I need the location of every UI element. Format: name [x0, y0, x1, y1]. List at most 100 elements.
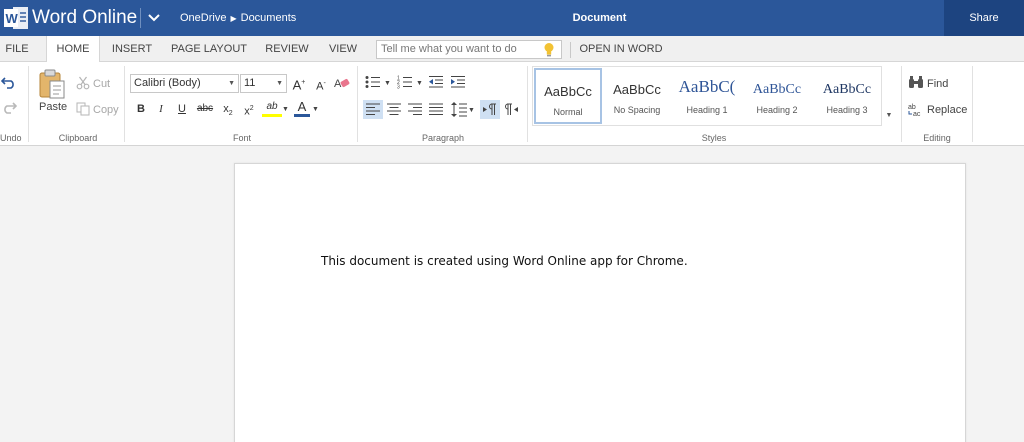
style-name: Heading 2 — [756, 105, 798, 115]
replace-button[interactable]: Replace — [927, 103, 967, 117]
group-separator — [124, 66, 125, 142]
style-preview: AaBbCc — [544, 84, 592, 99]
style-name: No Spacing — [613, 105, 661, 115]
paste-icon[interactable] — [38, 69, 66, 99]
dropdown-arrow-icon[interactable]: ▼ — [282, 103, 289, 117]
increase-indent-icon[interactable] — [450, 75, 466, 89]
superscript-button[interactable]: x2 — [241, 102, 257, 119]
group-separator — [901, 66, 902, 142]
undo-icon[interactable] — [1, 75, 17, 89]
bold-button[interactable]: B — [133, 102, 149, 116]
grow-font-label: A — [292, 77, 302, 93]
line-spacing-icon[interactable] — [451, 102, 467, 117]
style-heading-1[interactable]: AaBbC( Heading 1 — [673, 68, 741, 124]
right-to-left-icon[interactable] — [505, 103, 519, 116]
style-preview: AaBbCc — [822, 82, 872, 97]
tab-home[interactable]: HOME — [46, 36, 100, 63]
svg-text:ab: ab — [908, 104, 916, 111]
font-size-select[interactable]: 11 ▼ — [240, 74, 287, 93]
document-page[interactable]: This document is created using Word Onli… — [234, 163, 966, 442]
group-separator — [527, 66, 528, 142]
style-no-spacing[interactable]: AaBbCc No Spacing — [603, 68, 671, 124]
style-name: Heading 1 — [686, 105, 728, 115]
svg-text:3: 3 — [397, 85, 400, 90]
tab-file[interactable]: FILE — [0, 36, 34, 62]
clear-formatting-icon[interactable]: A — [334, 76, 350, 90]
bullets-icon[interactable] — [365, 75, 383, 89]
tell-me-input[interactable]: Tell me what you want to do — [376, 40, 562, 59]
justify-icon[interactable] — [429, 103, 443, 116]
tab-divider — [570, 42, 571, 58]
svg-text:ac: ac — [913, 111, 921, 117]
align-left-icon — [366, 103, 380, 115]
ribbon-tabs: FILE HOME INSERT PAGE LAYOUT REVIEW VIEW… — [0, 36, 1024, 63]
font-color-button[interactable]: A — [294, 100, 310, 117]
group-label-clipboard: Clipboard — [58, 133, 98, 143]
highlight-button[interactable]: ab — [262, 100, 282, 117]
lightbulb-icon — [544, 43, 554, 57]
style-name: Heading 3 — [826, 105, 868, 115]
dropdown-arrow-icon[interactable]: ▼ — [384, 77, 391, 91]
gallery-more-icon[interactable]: ▼ — [882, 66, 896, 126]
redo-icon[interactable] — [1, 100, 17, 114]
style-name: Normal — [553, 107, 583, 117]
group-label-font: Font — [232, 133, 251, 143]
strikethrough-button[interactable]: abc — [194, 102, 216, 116]
dropdown-arrow-icon: ▼ — [228, 80, 235, 87]
binoculars-icon[interactable] — [908, 76, 924, 89]
align-left-button[interactable] — [363, 100, 383, 119]
grow-font-button[interactable]: A+ — [291, 76, 307, 92]
share-button[interactable]: Share — [944, 0, 1024, 36]
numbering-icon[interactable]: 1 2 3 — [397, 75, 415, 89]
tab-review[interactable]: REVIEW — [260, 36, 314, 62]
group-label-editing: Editing — [923, 133, 951, 143]
dropdown-arrow-icon: ▼ — [276, 80, 283, 87]
superscript-mark: 2 — [249, 105, 254, 112]
dropdown-arrow-icon[interactable]: ▼ — [468, 104, 475, 118]
underline-button[interactable]: U — [174, 102, 190, 116]
align-right-icon[interactable] — [408, 103, 422, 116]
style-preview: AaBbC( — [678, 77, 736, 96]
italic-button[interactable]: I — [153, 102, 169, 116]
document-canvas: This document is created using Word Onli… — [0, 146, 1024, 442]
copy-icon[interactable] — [76, 102, 90, 116]
align-center-icon[interactable] — [387, 103, 401, 116]
style-heading-3[interactable]: AaBbCc Heading 3 — [813, 68, 881, 124]
group-label-styles: Styles — [701, 133, 727, 143]
copy-button[interactable]: Copy — [93, 103, 119, 117]
document-body-text[interactable]: This document is created using Word Onli… — [321, 253, 688, 269]
replace-icon[interactable]: ab ac — [908, 102, 924, 117]
font-family-select[interactable]: Calibri (Body) ▼ — [130, 74, 239, 93]
tab-insert[interactable]: INSERT — [106, 36, 158, 62]
font-size-value: 11 — [244, 77, 256, 89]
tab-view[interactable]: VIEW — [322, 36, 364, 62]
ltr-button[interactable] — [480, 100, 500, 119]
cut-button[interactable]: Cut — [93, 77, 110, 91]
group-separator — [972, 66, 973, 142]
subscript-mark: 2 — [228, 110, 233, 118]
group-label-paragraph: Paragraph — [421, 133, 465, 143]
decrease-indent-icon[interactable] — [428, 75, 444, 89]
ribbon: Undo Paste Cut Copy Clipboard Calibri (B… — [0, 62, 1024, 146]
style-preview: AaBbCc — [752, 82, 802, 97]
tab-page-layout[interactable]: PAGE LAYOUT — [166, 36, 252, 62]
document-title[interactable]: Document — [0, 11, 1024, 25]
group-separator — [357, 66, 358, 142]
shrink-font-button[interactable]: A- — [313, 77, 329, 94]
style-heading-2[interactable]: AaBbCc Heading 2 — [743, 68, 811, 124]
shrink-font-label: A — [316, 80, 324, 93]
font-family-value: Calibri (Body) — [134, 77, 201, 89]
scissors-icon[interactable] — [76, 76, 90, 90]
group-separator — [28, 66, 29, 142]
dropdown-arrow-icon[interactable]: ▼ — [312, 103, 319, 117]
dropdown-arrow-icon[interactable]: ▼ — [416, 77, 423, 91]
left-to-right-icon — [483, 103, 496, 115]
group-label-undo: Undo — [0, 133, 22, 143]
tab-open-in-word[interactable]: OPEN IN WORD — [576, 36, 666, 62]
svg-text:A: A — [334, 78, 342, 90]
paste-button[interactable]: Paste — [39, 100, 67, 114]
tell-me-placeholder: Tell me what you want to do — [381, 43, 517, 55]
find-button[interactable]: Find — [927, 77, 948, 91]
subscript-button[interactable]: x2 — [220, 102, 236, 121]
style-normal[interactable]: AaBbCc Normal — [534, 68, 602, 124]
